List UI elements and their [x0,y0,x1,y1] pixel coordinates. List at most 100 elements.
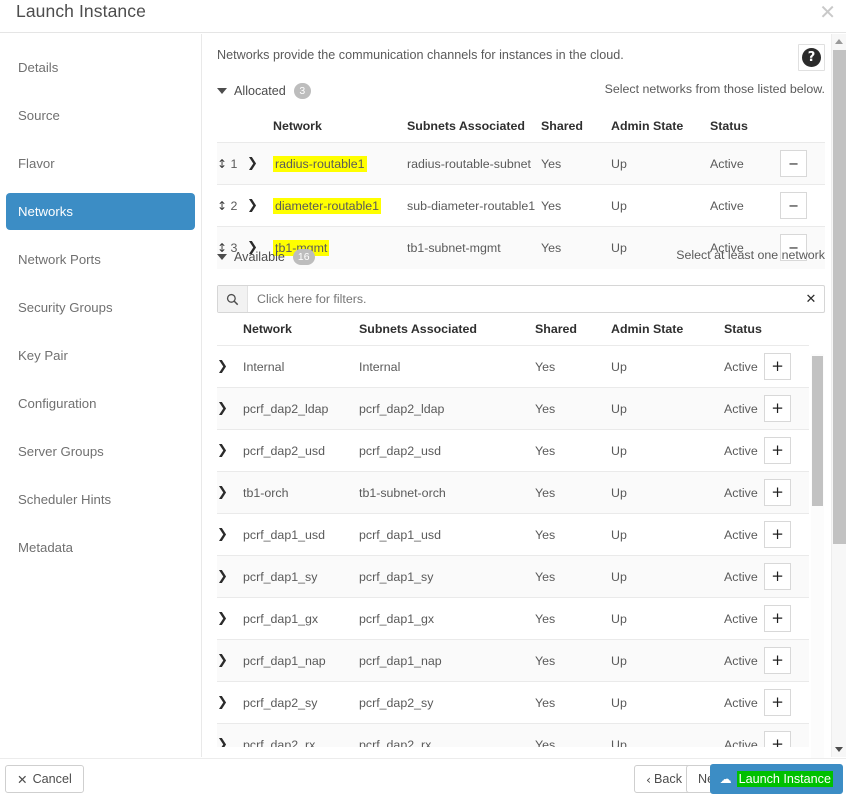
add-network-button[interactable]: + [764,437,791,464]
table-row[interactable]: ❯ pcrf_dap2_usd pcrf_dap2_usd Yes Up Active + [217,429,809,472]
row-expand-cell[interactable]: ❯ [217,429,243,472]
table-row[interactable]: ❯ pcrf_dap2_sy pcrf_dap2_sy Yes Up Active + [217,681,809,724]
chevron-right-icon[interactable]: ❯ [217,485,228,500]
sidebar-item-networks[interactable]: Networks [6,193,195,230]
chevron-right-icon[interactable]: ❯ [217,569,228,584]
row-expand-cell[interactable]: ❯ [217,555,243,598]
available-networks-table: Network Subnets Associated Shared Admin … [217,322,809,747]
table-row[interactable]: ❯ pcrf_dap1_nap pcrf_dap1_nap Yes Up Active + [217,639,809,682]
col-shared: Shared [541,119,584,133]
cell-subnet: radius-routable-subnet [407,142,541,185]
scrollbar-thumb[interactable] [812,356,823,506]
add-network-button[interactable]: + [764,647,791,674]
available-table-scrollbar[interactable] [811,354,824,787]
cell-network: pcrf_dap1_sy [243,555,359,598]
table-row[interactable]: ↕ 1 ❯ radius-routable1 radius-routable-subn… [217,142,825,185]
chevron-right-icon[interactable]: ❯ [217,695,228,710]
chevron-right-icon[interactable]: ❯ [217,653,228,668]
table-row[interactable]: ❯ pcrf_dap2_ldap pcrf_dap2_ldap Yes Up Active… [217,387,809,430]
chevron-right-icon[interactable]: ❯ [247,198,258,213]
cell-status: Active [724,471,764,514]
add-network-button[interactable]: + [764,395,791,422]
sidebar-item-network-ports[interactable]: Network Ports [6,241,195,278]
sidebar-item-details[interactable]: Details [6,49,195,86]
add-network-button[interactable]: + [764,521,791,548]
chevron-right-icon[interactable]: ❯ [217,401,228,416]
chevron-right-icon[interactable]: ❯ [217,611,228,626]
available-hint: Select at least one network [676,248,825,262]
network-filter-input[interactable] [248,292,798,306]
sidebar-item-server-groups[interactable]: Server Groups [6,433,195,470]
cell-shared: Yes [541,142,611,185]
add-network-button[interactable]: + [764,353,791,380]
table-row[interactable]: ↕ 2 ❯ diameter-routable1 sub-diameter-routa… [217,184,825,227]
help-button[interactable]: ? [798,44,825,71]
sidebar-item-flavor[interactable]: Flavor [6,145,195,182]
cancel-label: Cancel [32,772,72,786]
sidebar-item-key-pair[interactable]: Key Pair [6,337,195,374]
chevron-right-icon[interactable]: ❯ [247,156,258,171]
add-network-button[interactable]: + [764,731,791,747]
add-network-button[interactable]: + [764,479,791,506]
table-row[interactable]: ❯ pcrf_dap2_rx pcrf_dap2_rx Yes Up Active + [217,723,809,747]
table-row[interactable]: ❯ pcrf_dap1_gx pcrf_dap1_gx Yes Up Active + [217,597,809,640]
add-network-button[interactable]: + [764,605,791,632]
cancel-button[interactable]: ✕ Cancel [5,765,84,793]
row-order-cell[interactable]: ↕ 1 [217,142,247,185]
row-expand-cell[interactable]: ❯ [217,681,243,724]
add-network-button[interactable]: + [764,563,791,590]
chevron-right-icon[interactable]: ❯ [217,527,228,542]
row-expand-cell[interactable]: ❯ [217,345,243,388]
remove-network-button[interactable]: ‒ [780,150,807,177]
row-expand-cell[interactable]: ❯ [217,471,243,514]
row-expand-cell[interactable]: ❯ [217,597,243,640]
sidebar-item-configuration[interactable]: Configuration [6,385,195,422]
row-expand-cell[interactable]: ❯ [247,184,273,227]
row-order: 2 [230,198,238,213]
sidebar-item-scheduler-hints[interactable]: Scheduler Hints [6,481,195,518]
sidebar-item-security-groups[interactable]: Security Groups [6,289,195,326]
add-network-button[interactable]: + [764,689,791,716]
remove-network-button[interactable]: ‒ [780,192,807,219]
sidebar-item-source[interactable]: Source [6,97,195,134]
chevron-right-icon[interactable]: ❯ [217,443,228,458]
scroll-up-arrow-icon[interactable] [835,39,843,44]
available-toggle[interactable]: Available 16 [217,249,315,265]
chevron-right-icon[interactable]: ❯ [217,359,228,374]
reorder-handle-icon[interactable]: ↕ [217,199,227,213]
row-expand-cell[interactable]: ❯ [217,387,243,430]
table-row[interactable]: ❯ pcrf_dap1_usd pcrf_dap1_usd Yes Up Active + [217,513,809,556]
cell-action: + [764,681,809,724]
table-row[interactable]: ❯ tb1-orch tb1-subnet-orch Yes Up Active + [217,471,809,514]
sidebar-item-metadata[interactable]: Metadata [6,529,195,566]
scroll-down-arrow-icon[interactable] [835,747,843,752]
back-button[interactable]: ‹ Back [633,765,694,793]
clear-filter-icon[interactable]: ✕ [798,292,824,307]
table-row[interactable]: ❯ pcrf_dap1_sy pcrf_dap1_sy Yes Up Active + [217,555,809,598]
cell-subnet: Internal [359,345,535,388]
close-icon[interactable]: ✕ [819,0,836,24]
cell-subnet: pcrf_dap2_rx [359,723,535,747]
cell-status: Active [724,681,764,724]
sidebar-item-label: Details [18,60,59,75]
cell-admin-state: Up [611,471,724,514]
cell-shared: Yes [535,555,611,598]
table-row[interactable]: ❯ Internal Internal Yes Up Active + [217,345,809,388]
cell-subnet: pcrf_dap2_ldap [359,387,535,430]
row-order-cell[interactable]: ↕ 2 [217,184,247,227]
row-expand-cell[interactable]: ❯ [217,513,243,556]
cell-action: + [764,471,809,514]
scrollbar-thumb[interactable] [833,50,846,544]
dialog-scrollbar[interactable] [831,34,846,757]
row-expand-cell[interactable]: ❯ [217,723,243,747]
allocated-toggle[interactable]: Allocated 3 [217,83,311,99]
row-expand-cell[interactable]: ❯ [217,639,243,682]
chevron-right-icon[interactable]: ❯ [217,737,228,747]
row-expand-cell[interactable]: ❯ [247,142,273,185]
col-admin-state: Admin State [611,322,684,336]
network-filter-bar[interactable]: ✕ [217,285,825,313]
cell-network: pcrf_dap1_usd [243,513,359,556]
row-order: 1 [230,156,238,171]
launch-instance-button[interactable]: ☁ Launch Instance [709,764,843,794]
reorder-handle-icon[interactable]: ↕ [217,157,227,171]
